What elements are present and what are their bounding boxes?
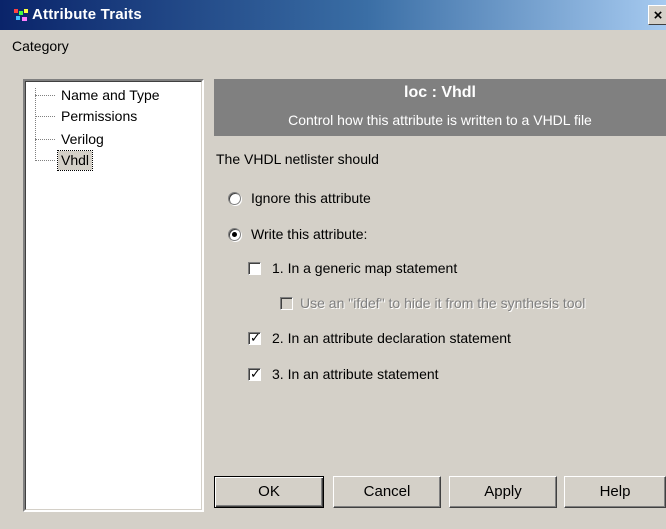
attribute-declaration-checkbox[interactable]: ✓ (248, 330, 261, 345)
ignore-attribute-label[interactable]: Ignore this attribute (251, 190, 371, 206)
tree-item-label: Name and Type (61, 87, 160, 103)
tree-item-verilog[interactable]: Verilog (35, 130, 200, 150)
page-subtitle: Control how this attribute is written to… (288, 112, 592, 128)
page-header-panel: loc : Vhdl Control how this attribute is… (214, 79, 666, 136)
page-title: loc : Vhdl (404, 84, 476, 101)
tree-item-permissions[interactable]: Permissions (35, 107, 200, 127)
close-icon[interactable]: × (648, 5, 666, 25)
radio-selected-dot (232, 232, 237, 237)
attribute-statement-checkbox[interactable]: ✓ (248, 366, 261, 381)
tree-branch-line (35, 160, 55, 161)
write-attribute-radio[interactable] (228, 228, 241, 241)
apply-button[interactable]: Apply (449, 476, 557, 508)
category-label: Category (12, 38, 69, 54)
netlister-intro-text: The VHDL netlister should (216, 151, 379, 167)
generic-map-label[interactable]: 1. In a generic map statement (272, 260, 457, 276)
help-button[interactable]: Help (564, 476, 666, 508)
tree-item-label: Permissions (61, 108, 138, 124)
title-bar[interactable]: Attribute Traits × (0, 0, 666, 30)
category-tree[interactable]: Name and Type Permissions Verilog Vhdl (23, 79, 204, 512)
write-attribute-label[interactable]: Write this attribute: (251, 226, 367, 242)
ifdef-label[interactable]: Use an "ifdef" to hide it from the synth… (300, 295, 585, 311)
check-mark-icon: ✓ (250, 330, 261, 345)
cancel-button[interactable]: Cancel (333, 476, 441, 508)
tree-branch-line (35, 116, 55, 117)
tree-item-label: Verilog (61, 131, 104, 147)
ignore-attribute-radio[interactable] (228, 192, 241, 205)
window-title: Attribute Traits (32, 6, 142, 23)
attribute-statement-label[interactable]: 3. In an attribute statement (272, 366, 439, 382)
tree-branch-line (35, 95, 55, 96)
tree-item-label: Vhdl (56, 150, 94, 171)
ifdef-checkbox[interactable] (280, 297, 293, 310)
attribute-traits-dialog: Attribute Traits × Category Name and Typ… (0, 0, 666, 529)
ok-button[interactable]: OK (214, 476, 324, 508)
tree-item-vhdl[interactable]: Vhdl (35, 150, 200, 171)
tree-branch-line (35, 139, 55, 140)
attribute-declaration-label[interactable]: 2. In an attribute declaration statement (272, 330, 511, 346)
app-icon (14, 9, 28, 21)
generic-map-checkbox[interactable] (248, 262, 261, 275)
check-mark-icon: ✓ (250, 366, 261, 381)
tree-item-name-and-type[interactable]: Name and Type (35, 86, 200, 106)
